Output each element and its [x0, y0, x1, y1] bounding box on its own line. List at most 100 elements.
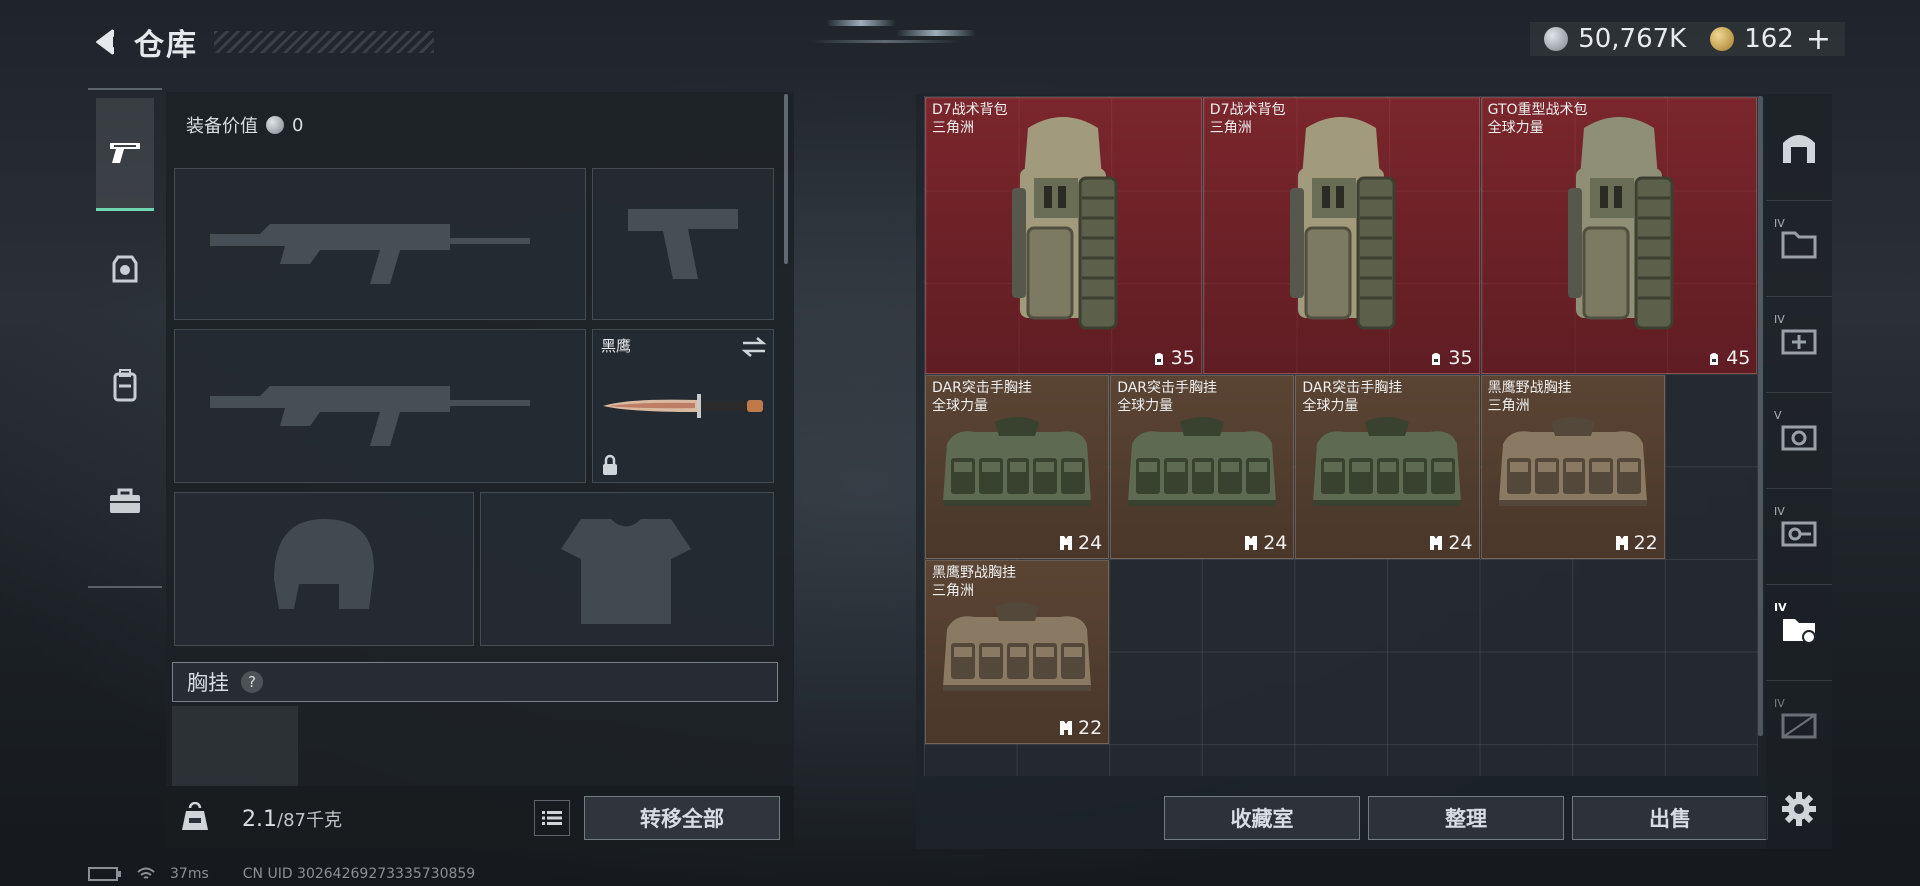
chest-rig-image [943, 602, 1092, 691]
storage-item-chest-rig[interactable]: 黑鹰野战胸挂 三角洲 22 [925, 560, 1110, 745]
item-capacity-value: 45 [1726, 346, 1751, 369]
pistol-slot[interactable] [592, 168, 774, 320]
knife-icon [603, 394, 763, 418]
loadout-scrollbar[interactable] [784, 94, 788, 264]
item-capacity-value: 22 [1078, 717, 1103, 740]
add-currency-button[interactable]: + [1806, 22, 1831, 57]
locked-case-icon [1781, 713, 1817, 739]
storage-tab-4[interactable]: V [1766, 392, 1832, 479]
chest-rig-capacity-icon [1060, 721, 1072, 736]
category-armor[interactable] [96, 214, 154, 324]
storage-footer: 收藏室 整理 出售 [916, 786, 1768, 849]
storage-item-chest-rig[interactable]: DAR突击手胸挂 全球力量 24 [925, 374, 1110, 559]
key-case-icon [1781, 521, 1817, 547]
storage-tab-3[interactable]: IV [1766, 296, 1832, 383]
equipment-case-icon [1783, 619, 1816, 644]
storage-item-chest-rig[interactable]: 黑鹰野战胸挂 三角洲 22 [1480, 374, 1665, 559]
item-capacity-value: 35 [1170, 346, 1195, 369]
help-button[interactable]: ? [241, 671, 263, 693]
transfer-all-button[interactable]: 转移全部 [584, 796, 780, 840]
chest-rig-image [1498, 416, 1647, 506]
melee-slot-label: 黑鹰 [601, 337, 632, 355]
storage-tab-5[interactable]: IV [1766, 488, 1832, 575]
weight-readout: 2.1/87千克 [242, 806, 342, 832]
item-name-label: 黑鹰野战胸挂 三角洲 [1488, 379, 1572, 415]
item-capacity-value: 24 [1448, 531, 1473, 554]
back-button[interactable] [88, 25, 122, 59]
item-name: DAR突击手胸挂 [1302, 379, 1403, 396]
item-name-label: GTO重型战术包 全球力量 [1488, 101, 1588, 137]
storage-item-chest-rig[interactable]: DAR突击手胸挂 全球力量 24 [1295, 374, 1480, 559]
body-armor-slot[interactable] [480, 492, 774, 646]
tier-label: IV [1774, 217, 1785, 230]
swap-icon[interactable] [741, 336, 767, 358]
item-name: 黑鹰野战胸挂 [932, 565, 1016, 581]
tier-label: IV [1774, 505, 1785, 518]
backpack-capacity-icon [1154, 352, 1163, 365]
melee-slot[interactable]: 黑鹰 [592, 329, 774, 483]
item-name: D7战术背包 [932, 102, 1008, 118]
header: 仓库 [88, 22, 434, 63]
storage-item-backpack[interactable]: GTO重型战术包 全球力量 45 [1480, 97, 1758, 374]
item-capacity-value: 35 [1448, 346, 1473, 369]
equipment-value: 装备价值 0 [186, 112, 303, 138]
secondary-weapon-slot[interactable] [174, 329, 586, 483]
helmet-armor-icon [112, 255, 138, 283]
ceiling-light [810, 40, 960, 43]
item-name-label: D7战术背包 三角洲 [932, 101, 1008, 137]
organize-button[interactable]: 整理 [1368, 796, 1564, 840]
storage-item-chest-rig[interactable]: DAR突击手胸挂 全球力量 24 [1110, 374, 1295, 559]
category-backpack[interactable] [96, 330, 154, 440]
sell-button[interactable]: 出售 [1572, 796, 1768, 840]
gear-icon [1782, 792, 1816, 826]
equipment-value-amount: 0 [292, 114, 304, 136]
rifle-silhouette-icon [210, 386, 530, 446]
item-capacity: 45 [1706, 347, 1750, 369]
item-capacity: 24 [1243, 532, 1287, 554]
collection-room-button[interactable]: 收藏室 [1164, 796, 1360, 840]
backpack-icon [113, 369, 137, 402]
storage-tab-7[interactable]: IV [1766, 680, 1832, 767]
item-origin: 全球力量 [1487, 120, 1544, 136]
item-capacity-value: 22 [1633, 531, 1658, 554]
back-arrow-icon [96, 29, 114, 55]
item-origin: 全球力量 [1117, 397, 1174, 414]
primary-weapon-slot[interactable] [174, 168, 586, 320]
item-name: GTO重型战术包 [1487, 102, 1588, 118]
list-icon [542, 811, 562, 825]
storage-scrollbar[interactable] [1758, 96, 1763, 736]
chest-rig-image [1313, 416, 1462, 506]
backpack-capacity-icon [1710, 352, 1719, 365]
briefcase-icon [110, 488, 140, 513]
item-name-label: D7战术背包 三角洲 [1210, 101, 1286, 137]
loadout-panel: 装备价值 0 黑鹰 胸挂 ? [166, 92, 794, 792]
loadout-footer: 2.1/87千克 转移全部 [166, 786, 794, 848]
backpack-image [1012, 117, 1118, 330]
settings-button[interactable] [1766, 766, 1832, 852]
chest-rig-slot[interactable] [172, 706, 298, 792]
storage-tab-2[interactable]: IV [1766, 200, 1832, 287]
rifle-silhouette-icon [210, 224, 530, 284]
gold-coin-icon [1710, 27, 1735, 51]
weight-icon [182, 802, 208, 830]
lock-icon [603, 454, 617, 475]
medical-case-icon [1781, 329, 1817, 355]
warehouse-icon [1783, 135, 1815, 163]
helmet-slot[interactable] [174, 492, 474, 646]
item-capacity-value: 24 [1263, 531, 1288, 554]
item-origin: 全球力量 [932, 397, 988, 414]
category-weapons[interactable] [96, 98, 154, 211]
storage-tab-6-active[interactable]: IV [1766, 584, 1832, 671]
item-name: DAR突击手胸挂 [1117, 379, 1218, 396]
item-origin: 全球力量 [1302, 397, 1359, 414]
chest-rig-image [943, 416, 1092, 506]
item-capacity-value: 24 [1078, 531, 1103, 554]
list-view-button[interactable] [534, 800, 570, 836]
folder-icon [1781, 231, 1817, 259]
ping-readout: 37ms [170, 866, 209, 882]
category-case[interactable] [96, 446, 154, 556]
item-capacity: 22 [1614, 532, 1658, 554]
storage-item-backpack[interactable]: D7战术背包 三角洲 35 [1202, 97, 1480, 374]
storage-tab-main[interactable] [1766, 104, 1832, 190]
storage-item-backpack[interactable]: D7战术背包 三角洲 35 [925, 97, 1202, 374]
